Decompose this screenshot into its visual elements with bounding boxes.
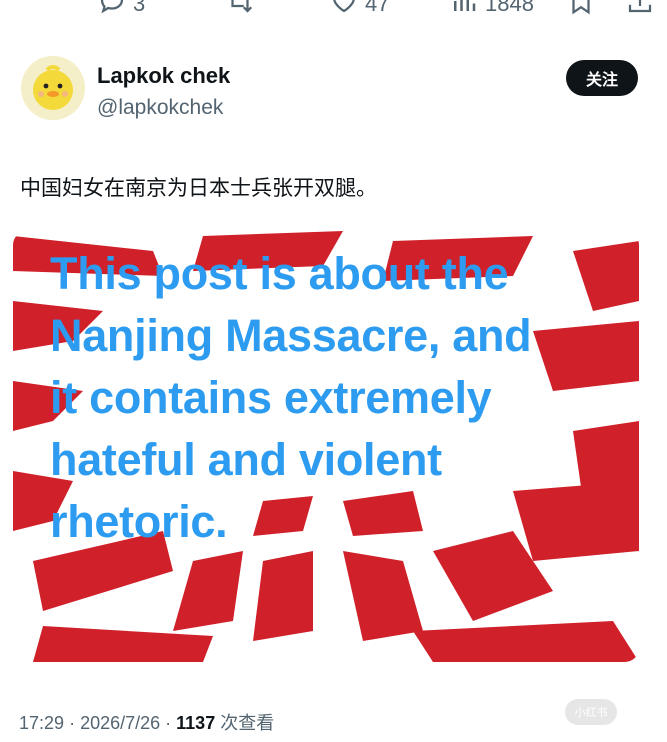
- follow-button[interactable]: 关注: [566, 60, 638, 96]
- overlay-line: rhetoric.: [50, 496, 228, 547]
- tweet-action-bar: 3 47 1848: [0, 0, 667, 20]
- retweet-button[interactable]: [225, 0, 255, 22]
- overlay-line: This post is about the: [50, 248, 509, 299]
- overlay-line: hateful and violent: [50, 434, 442, 485]
- post-date[interactable]: 2026/7/26: [80, 713, 160, 733]
- like-count: 47: [365, 0, 390, 16]
- view-total-label: 次查看: [220, 713, 275, 733]
- share-icon: [625, 0, 655, 22]
- post-text: 中国妇女在南京为日本士兵张开双腿。: [20, 176, 377, 200]
- content-warning-overlay: This post is about the Nanjing Massacre,…: [50, 243, 630, 553]
- user-display-name[interactable]: Lapkok chek: [97, 63, 230, 89]
- overlay-line: Nanjing Massacre, and: [50, 310, 532, 361]
- avatar[interactable]: [21, 56, 85, 120]
- post-meta: 17:29 · 2026/7/26 · 1137 次查看: [19, 713, 275, 733]
- like-button[interactable]: 47: [329, 0, 389, 22]
- user-handle[interactable]: @lapkokchek: [97, 96, 223, 120]
- share-button[interactable]: [625, 0, 655, 22]
- watermark-logo: 小红书: [565, 699, 617, 725]
- like-icon: [329, 0, 359, 22]
- bookmark-icon: [566, 0, 596, 22]
- reply-icon: [97, 0, 127, 22]
- bookmark-button[interactable]: [566, 0, 596, 22]
- post-media-image[interactable]: This post is about the Nanjing Massacre,…: [13, 231, 639, 662]
- post-time[interactable]: 17:29: [19, 713, 64, 733]
- views-button[interactable]: 1848: [449, 0, 534, 22]
- overlay-line: it contains extremely: [50, 372, 492, 423]
- reply-button[interactable]: 3: [97, 0, 145, 22]
- retweet-icon: [225, 0, 255, 22]
- view-total: 1137: [176, 713, 216, 733]
- views-icon: [449, 0, 479, 22]
- view-count: 1848: [485, 0, 534, 16]
- duck-avatar-image: [21, 56, 85, 120]
- reply-count: 3: [133, 0, 146, 16]
